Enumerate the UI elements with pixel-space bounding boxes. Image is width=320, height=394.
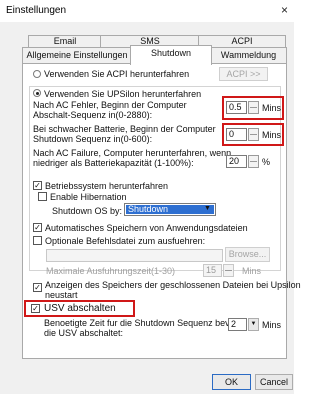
ac-fail-spinner[interactable] [248, 101, 259, 114]
max-exec-unit: Mins [242, 266, 262, 276]
os-by-value: Shutdown [126, 205, 214, 214]
os-shutdown-label: Betriebssystem herunterfahren [45, 181, 169, 191]
tab-shutdown-label: Shutdown [150, 48, 192, 58]
ac-fail-label-1: Nach AC Fehler, Beginn der Computer [33, 100, 187, 110]
capacity-spinner[interactable] [248, 155, 259, 168]
title-bar: Einstellungen × [0, 0, 294, 23]
hibernation-label: Enable Hibernation [50, 192, 127, 202]
chevron-down-icon: ▼ [250, 321, 257, 327]
capacity-label-1: Nach AC Failure, Computer herunterfahren… [33, 148, 232, 158]
acpi-radio-label: Verwenden Sie ACPI herunterfahren [44, 69, 190, 79]
capacity-unit: % [262, 157, 271, 167]
low-batt-label-1: Bei schwacher Batterie, Beginn der Compu… [33, 124, 216, 134]
max-exec-label: Maximale Ausfuhrungszeit(1-30) [46, 266, 176, 276]
cmdfile-checkbox[interactable] [33, 236, 42, 245]
low-batt-unit: Mins [262, 130, 282, 140]
show-files-checkbox[interactable]: ✓ [33, 283, 42, 292]
acpi-button[interactable]: ACPI >> [219, 67, 268, 81]
ac-fail-label-2: Abschalt-Sequenz in(0-2880): [33, 110, 153, 120]
tab-allgemeine-label: Allgemeine Einstellungen [26, 50, 128, 60]
usv-off-input[interactable]: 2 [228, 318, 247, 331]
usv-off-checkbox[interactable]: ✓ [31, 304, 40, 313]
chevron-down-icon: ▼ [204, 205, 211, 212]
os-shutdown-checkbox[interactable]: ✓ [33, 181, 42, 190]
low-batt-spinner[interactable] [248, 128, 259, 141]
tab-acpi-label: ACPI [231, 36, 253, 46]
os-by-label: Shutdown OS by: [52, 206, 123, 216]
max-exec-spinner[interactable] [223, 264, 234, 277]
max-exec-input[interactable]: 15 [203, 264, 222, 277]
tab-wammeldung[interactable]: Wammeldung [210, 47, 287, 64]
hibernation-checkbox[interactable] [38, 192, 47, 201]
low-batt-label-2: Shutdown Sequenz in(0-600): [33, 134, 153, 144]
usv-off-hint-1: Benoetigte Zeit fur die Shutdown Sequenz… [44, 318, 238, 328]
show-files-label-2: neustart [45, 290, 78, 300]
close-icon[interactable]: × [281, 3, 288, 17]
tab-wammeldung-label: Wammeldung [220, 50, 277, 60]
ac-fail-input[interactable]: 0.5 [226, 101, 247, 114]
usv-off-label: USV abschalten [44, 303, 116, 314]
show-files-label-1: Anzeigen des Speichers der geschlossenen… [45, 280, 301, 290]
ups-radio[interactable] [33, 89, 41, 97]
tab-shutdown[interactable]: Shutdown [130, 45, 212, 65]
low-batt-input[interactable]: 0 [226, 128, 247, 141]
browse-button[interactable]: Browse... [225, 247, 270, 262]
usv-off-unit: Mins [262, 320, 282, 330]
cmdfile-input[interactable] [46, 249, 223, 262]
tab-email-label: Email [53, 36, 77, 46]
cancel-button[interactable]: Cancel [255, 374, 293, 390]
capacity-label-2: niedriger als Batteriekapazität (1-100%)… [33, 158, 194, 168]
ac-fail-unit: Mins [262, 103, 282, 113]
usv-off-hint-2: die USV abschaltet: [44, 328, 124, 338]
tab-allgemeine-einstellungen[interactable]: Allgemeine Einstellungen [22, 47, 132, 64]
window-title: Einstellungen [6, 5, 67, 16]
ok-button[interactable]: OK [212, 374, 251, 390]
ups-radio-label: Verwenden Sie UPSilon herunterfahren [44, 89, 202, 99]
autosave-label: Automatisches Speichern von Anwendungsda… [45, 223, 248, 233]
acpi-radio[interactable] [33, 70, 41, 78]
os-by-select[interactable]: Shutdown [124, 203, 216, 216]
capacity-input[interactable]: 20 [226, 155, 247, 168]
autosave-checkbox[interactable]: ✓ [33, 223, 42, 232]
cmdfile-label: Optionale Befehlsdatei zum ausfuehren: [45, 236, 206, 246]
usv-off-dropdown[interactable]: ▼ [248, 318, 259, 331]
